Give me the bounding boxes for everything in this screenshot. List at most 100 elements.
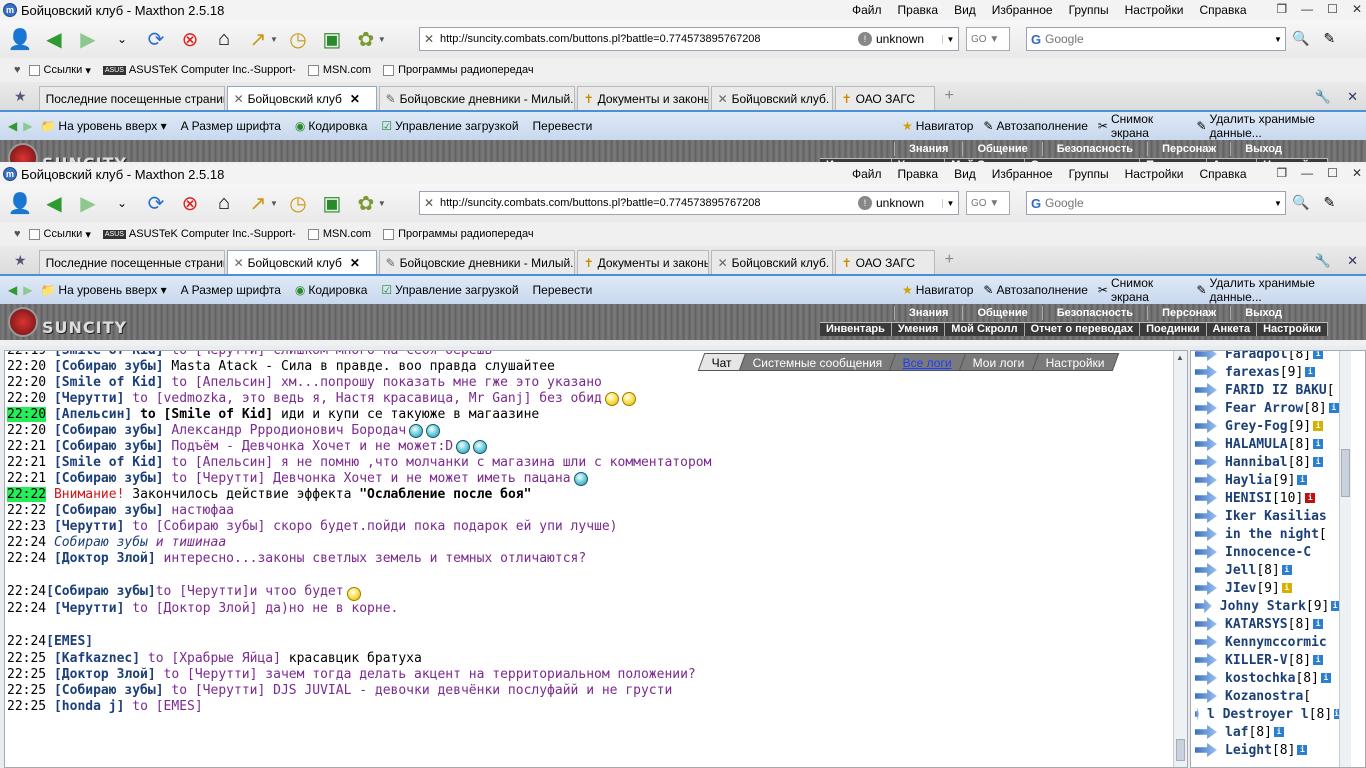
user-arrow-icon[interactable] — [1195, 743, 1217, 757]
download-manager-button[interactable]: ☑ Управление загрузкой — [381, 283, 518, 297]
chat-recipient[interactable]: to [Апельсин] — [164, 375, 281, 390]
user-list-item[interactable]: Innocence-C — [1191, 543, 1339, 561]
user-arrow-icon[interactable] — [1195, 351, 1217, 361]
user-list-item[interactable]: Johny Stark [9] i — [1191, 597, 1339, 615]
nav-social[interactable]: Общение — [962, 306, 1041, 320]
user-info-icon[interactable]: i — [1305, 367, 1316, 377]
close-tab-icon[interactable]: ✕ — [350, 92, 360, 106]
new-tab-icon[interactable]: + — [945, 251, 954, 269]
home-icon[interactable]: ⌂ — [210, 189, 238, 217]
user-arrow-icon[interactable] — [1195, 653, 1217, 667]
user-name[interactable]: kostochka — [1225, 671, 1295, 686]
user-name[interactable]: Innocence-C — [1225, 545, 1311, 560]
link-msn[interactable]: MSN.com — [307, 228, 371, 240]
user-arrow-icon[interactable] — [1195, 401, 1217, 415]
user-info-icon[interactable]: i — [1313, 619, 1324, 629]
nav-inventory[interactable]: Инвентарь — [820, 323, 892, 336]
user-name[interactable]: l Destroyer l — [1207, 707, 1309, 722]
menu-groups[interactable]: Группы — [1069, 164, 1117, 184]
tab-zags[interactable]: ✝ ОАО ЗАГС — [834, 86, 935, 110]
user-arrow-icon[interactable] — [1195, 545, 1217, 559]
user-info-icon[interactable]: i — [1297, 475, 1308, 485]
go-button[interactable]: GO ▼ — [966, 191, 1010, 215]
search-dropdown-icon[interactable]: ▼ — [1271, 35, 1285, 44]
home-icon[interactable]: ⌂ — [210, 25, 238, 53]
nav-fights[interactable]: Поединки — [1140, 159, 1207, 162]
tab-laws[interactable]: ✝ Документы и законы — [576, 86, 709, 110]
chat-recipient[interactable]: to [Собираю зубы] — [124, 519, 273, 534]
autofill-button[interactable]: ✎ Автозаполнение — [983, 119, 1087, 133]
encoding-button[interactable]: ◉ Кодировка — [295, 119, 368, 133]
user-info-icon[interactable]: i — [1313, 421, 1324, 431]
back-icon[interactable]: ◀ — [8, 119, 17, 133]
download-manager-button[interactable]: ☑ Управление загрузкой — [381, 119, 518, 133]
user-list-item[interactable]: Hannibal [8] i — [1191, 453, 1339, 471]
highlight-icon[interactable]: ✎ — [1323, 194, 1335, 211]
nav-scroll[interactable]: Мой Скролл — [945, 323, 1025, 336]
translate-button[interactable]: Перевести — [533, 119, 593, 133]
user-name[interactable]: KATARSYS — [1225, 617, 1288, 632]
chat-author[interactable]: [Доктор Злой] — [54, 667, 156, 682]
scroll-up-icon[interactable]: ▲ — [1176, 353, 1184, 362]
user-list-item[interactable]: Haylia [9] i — [1191, 471, 1339, 489]
user-list-item[interactable]: KATARSYS [8] i — [1191, 615, 1339, 633]
tab-recent[interactable]: Последние посещенные страницы — [38, 250, 225, 274]
user-arrow-icon[interactable] — [1195, 599, 1212, 613]
clock-icon[interactable]: ◷ — [284, 25, 312, 53]
link-radio[interactable]: Программы радиопередач — [383, 64, 534, 76]
clear-data-button[interactable]: ✎ Удалить хранимые данные... — [1196, 112, 1356, 140]
search-box[interactable]: G ▼ — [1026, 27, 1286, 51]
forward-icon[interactable]: ▶ — [23, 283, 32, 297]
highlight-icon[interactable]: ✎ — [1323, 30, 1335, 47]
tab-fight-club-2[interactable]: ✕ Бойцовский клуб. — [710, 250, 833, 274]
close-icon[interactable]: ✕ — [1352, 2, 1362, 16]
nav-security[interactable]: Безопасность — [1041, 142, 1147, 156]
user-list-item[interactable]: FARID IZ BAKU[ — [1191, 381, 1339, 399]
user-arrow-icon[interactable] — [1195, 383, 1217, 397]
search-icon[interactable]: 🔍 — [1292, 30, 1309, 47]
nav-skills[interactable]: Умения — [892, 323, 946, 336]
group-icon[interactable]: ✿ — [352, 189, 380, 217]
tab-laws[interactable]: ✝ Документы и законы — [576, 250, 709, 274]
user-arrow-icon[interactable] — [1195, 419, 1217, 433]
users-scroll-thumb[interactable] — [1341, 449, 1350, 497]
screenshot-button[interactable]: ✂ Снимок экрана — [1098, 276, 1187, 304]
user-list-item[interactable]: Grey-Fog [9] i — [1191, 417, 1339, 435]
link-asus[interactable]: ASUS ASUSTeK Computer Inc.-Support- — [102, 64, 296, 76]
user-name[interactable]: Grey-Fog — [1225, 419, 1288, 434]
restore-icon[interactable]: ❐ — [1276, 2, 1287, 16]
back-icon[interactable]: ◀ — [40, 189, 68, 217]
chat-author[interactable]: [Smile of Kid] — [54, 455, 164, 470]
link-radio[interactable]: Программы радиопередач — [383, 228, 534, 240]
tab-chat-settings[interactable]: Настройки — [1031, 353, 1120, 371]
user-info-icon[interactable]: i — [1281, 583, 1292, 593]
tab-fight-club[interactable]: ✕ Бойцовский клуб ✕ — [226, 86, 377, 110]
autofill-button[interactable]: ✎ Автозаполнение — [983, 283, 1087, 297]
user-name[interactable]: farexas — [1225, 365, 1280, 380]
user-info-icon[interactable]: i — [1328, 403, 1339, 413]
user-name[interactable]: Jell — [1225, 563, 1256, 578]
search-input[interactable] — [1045, 32, 1271, 46]
menu-file[interactable]: Файл — [852, 164, 890, 184]
user-arrow-icon[interactable] — [1195, 707, 1199, 721]
address-bar[interactable]: ✕ http://suncity.combats.com/buttons.pl?… — [419, 27, 959, 51]
encoding-button[interactable]: ◉ Кодировка — [295, 283, 368, 297]
chat-author[interactable]: [Собираю зубы] — [54, 359, 164, 374]
user-arrow-icon[interactable] — [1195, 437, 1217, 451]
nav-fights[interactable]: Поединки — [1140, 323, 1207, 336]
user-list-item[interactable]: HALAMULA [8] i — [1191, 435, 1339, 453]
chat-recipient[interactable]: to [Храбрые Яйца] — [140, 651, 289, 666]
user-name[interactable]: Leight — [1225, 743, 1272, 758]
user-arrow-icon[interactable] — [1195, 635, 1217, 649]
chevron-down-icon[interactable]: ▼ — [378, 35, 386, 44]
close-icon[interactable]: ✕ — [1352, 166, 1362, 180]
bookmark-icon[interactable]: ↗ — [244, 25, 272, 53]
user-name[interactable]: Kozanostra — [1225, 689, 1303, 704]
chat-author[interactable]: [Собираю зубы] — [54, 423, 164, 438]
user-info-icon[interactable]: i — [1297, 745, 1308, 755]
chat-scrollbar[interactable]: ▲ — [1173, 351, 1187, 767]
chat-author[interactable]: [Доктор Злой] — [54, 551, 156, 566]
maximize-icon[interactable]: ☐ — [1327, 2, 1338, 16]
wrench-icon[interactable]: 🔧 — [1315, 253, 1331, 269]
users-scrollbar[interactable] — [1339, 351, 1351, 767]
